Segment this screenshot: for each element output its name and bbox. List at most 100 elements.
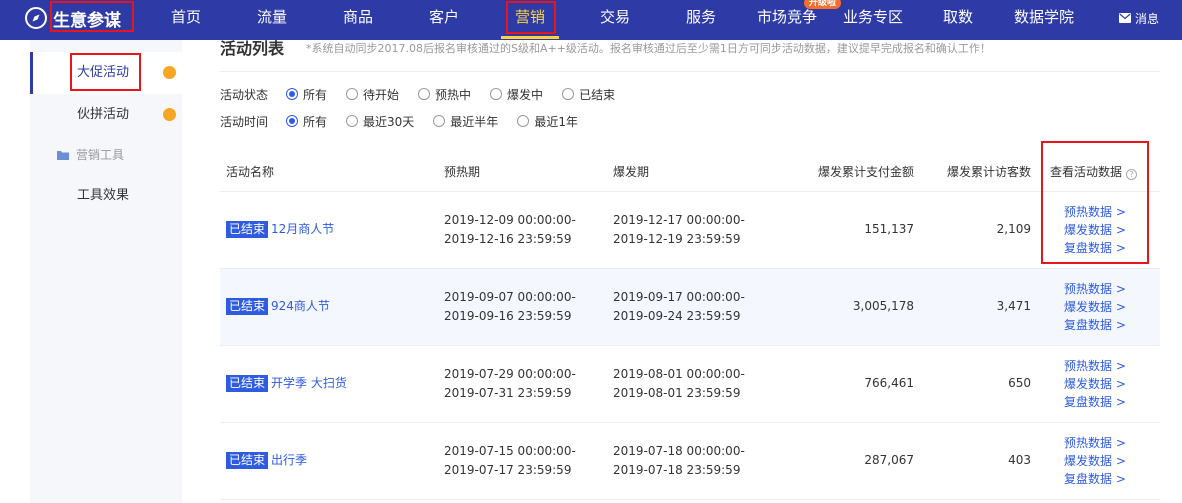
pay-amount-value: 766,461	[864, 376, 914, 390]
nav-traffic[interactable]: 流量	[257, 0, 287, 36]
period-start: 2019-12-09 00:00:00-	[444, 213, 576, 227]
nav-business-zone[interactable]: 业务专区	[843, 0, 903, 36]
review-data-link[interactable]: 复盘数据 >	[1064, 393, 1126, 411]
status-option-pending[interactable]: 待开始	[346, 86, 399, 103]
activity-name-link[interactable]: 12月商人节	[271, 221, 334, 238]
burst-period: 2019-07-18 00:00:00- 2019-07-18 23:59:59	[613, 442, 745, 480]
time-option-1-year[interactable]: 最近1年	[517, 113, 578, 130]
radio[interactable]	[346, 115, 359, 127]
radio-selected[interactable]	[286, 115, 298, 127]
table-row: 已结束 开学季 大扫货 2019-07-29 00:00:00- 2019-07-…	[220, 346, 1160, 423]
radio[interactable]	[562, 88, 575, 100]
activity-name-link[interactable]: 出行季	[271, 452, 307, 469]
radio[interactable]	[346, 88, 359, 100]
header-activity-name: 活动名称	[226, 165, 275, 179]
help-icon[interactable]: ?	[1126, 169, 1138, 180]
header-pay-amount: 爆发累计支付金额	[817, 165, 914, 179]
sidebar-item-tool-effect[interactable]: 工具效果	[30, 175, 182, 217]
pay-amount-value: 287,067	[864, 453, 914, 467]
radio[interactable]	[490, 88, 503, 100]
pay-amount-value: 151,137	[864, 222, 914, 236]
data-links: 预热数据 > 爆发数据 > 复盘数据 >	[1064, 434, 1126, 488]
messages-button[interactable]: 消息	[1119, 0, 1159, 36]
filter-label: 活动状态	[220, 87, 269, 102]
time-option-half-year[interactable]: 最近半年	[433, 113, 498, 130]
sidebar-item-label: 大促活动	[77, 65, 130, 80]
preheat-data-link[interactable]: 预热数据 >	[1064, 280, 1126, 298]
status-option-preheating[interactable]: 预热中	[418, 86, 471, 103]
radio[interactable]	[517, 115, 530, 127]
burst-period: 2019-09-17 00:00:00- 2019-09-24 23:59:59	[613, 288, 745, 326]
nav-transactions[interactable]: 交易	[600, 0, 630, 36]
option-label: 最近半年	[450, 114, 499, 129]
activity-name-link[interactable]: 开学季 大扫货	[271, 375, 347, 392]
visitors-value: 650	[1008, 376, 1031, 390]
burst-data-link[interactable]: 爆发数据 >	[1064, 452, 1126, 470]
sidebar-item-promotion[interactable]: 大促活动	[30, 52, 182, 94]
review-data-link[interactable]: 复盘数据 >	[1064, 316, 1126, 334]
data-links: 预热数据 > 爆发数据 > 复盘数据 >	[1064, 280, 1126, 334]
active-nav-underline	[501, 36, 559, 39]
radio[interactable]	[433, 115, 446, 127]
status-badge: 已结束	[226, 452, 269, 469]
period-start: 2019-09-07 00:00:00-	[444, 290, 576, 304]
burst-period: 2019-12-17 00:00:00- 2019-12-19 23:59:59	[613, 211, 745, 249]
nav-products[interactable]: 商品	[343, 0, 373, 36]
sidebar-item-group-buy[interactable]: 伙拼活动	[30, 94, 182, 136]
time-option-30-days[interactable]: 最近30天	[346, 113, 414, 130]
status-option-bursting[interactable]: 爆发中	[490, 86, 543, 103]
header-view-data: 查看活动数据?	[1050, 163, 1138, 180]
table-row: 已结束 12月商人节 2019-12-09 00:00:00- 2019-12-1…	[220, 192, 1160, 269]
status-option-all[interactable]: 所有	[286, 86, 327, 103]
page-title: 活动列表	[220, 39, 285, 58]
orange-dot-indicator	[163, 66, 176, 79]
brand-logo[interactable]: 生意参谋	[24, 0, 121, 36]
option-label: 所有	[303, 114, 328, 129]
time-option-all[interactable]: 所有	[286, 113, 327, 130]
visitors-value: 3,471	[996, 299, 1031, 313]
period-start: 2019-08-01 00:00:00-	[613, 367, 745, 381]
filter-label: 活动时间	[220, 114, 269, 129]
preheat-data-link[interactable]: 预热数据 >	[1064, 357, 1126, 375]
nav-marketing[interactable]: 营销	[515, 0, 545, 36]
envelope-icon	[1119, 13, 1131, 23]
header-visitors: 爆发累计访客数	[946, 165, 1031, 179]
sidebar-item-label: 伙拼活动	[77, 107, 130, 122]
sync-note: *系统自动同步2017.08后报名审核通过的S级和A++级活动。报名审核通过后至…	[306, 42, 991, 55]
radio-selected[interactable]	[286, 88, 298, 100]
review-data-link[interactable]: 复盘数据 >	[1064, 470, 1126, 488]
data-links: 预热数据 > 爆发数据 > 复盘数据 >	[1064, 357, 1126, 411]
preheat-period: 2019-07-29 00:00:00- 2019-07-31 23:59:59	[444, 365, 576, 403]
header-burst-period: 爆发期	[613, 165, 650, 179]
header-view-data-label: 查看活动数据	[1050, 165, 1123, 179]
nav-customers[interactable]: 客户	[429, 0, 459, 36]
period-start: 2019-07-15 00:00:00-	[444, 444, 576, 458]
status-badge: 已结束	[226, 375, 269, 392]
table-header: 活动名称 预热期 爆发期 爆发累计支付金额 爆发累计访客数 查看活动数据?	[220, 150, 1160, 192]
option-label: 最近1年	[534, 114, 578, 129]
table-row: 已结束 出行季 2019-07-15 00:00:00- 2019-07-17 2…	[220, 423, 1160, 500]
option-label: 预热中	[435, 87, 472, 102]
title-row: 活动列表 *系统自动同步2017.08后报名审核通过的S级和A++级活动。报名审…	[220, 40, 1160, 72]
burst-data-link[interactable]: 爆发数据 >	[1064, 298, 1126, 316]
preheat-period: 2019-12-09 00:00:00- 2019-12-16 23:59:59	[444, 211, 576, 249]
preheat-data-link[interactable]: 预热数据 >	[1064, 203, 1126, 221]
period-end: 2019-09-24 23:59:59	[613, 309, 741, 323]
nav-home[interactable]: 首页	[171, 0, 201, 36]
visitors-value: 2,109	[996, 222, 1031, 236]
nav-data-academy[interactable]: 数据学院	[1014, 0, 1074, 36]
nav-service[interactable]: 服务	[686, 0, 716, 36]
nav-data-fetch[interactable]: 取数	[943, 0, 973, 36]
period-end: 2019-08-01 23:59:59	[613, 386, 741, 400]
activity-name-link[interactable]: 924商人节	[271, 298, 330, 315]
status-badge: 已结束	[226, 221, 269, 238]
burst-data-link[interactable]: 爆发数据 >	[1064, 221, 1126, 239]
filter-activity-status: 活动状态 所有 待开始 预热中 爆发中 已结束	[220, 84, 634, 104]
status-option-ended[interactable]: 已结束	[562, 86, 615, 103]
burst-data-link[interactable]: 爆发数据 >	[1064, 375, 1126, 393]
radio[interactable]	[418, 88, 431, 100]
review-data-link[interactable]: 复盘数据 >	[1064, 239, 1126, 257]
period-end: 2019-12-19 23:59:59	[613, 232, 741, 246]
preheat-data-link[interactable]: 预热数据 >	[1064, 434, 1126, 452]
preheat-period: 2019-09-07 00:00:00- 2019-09-16 23:59:59	[444, 288, 576, 326]
